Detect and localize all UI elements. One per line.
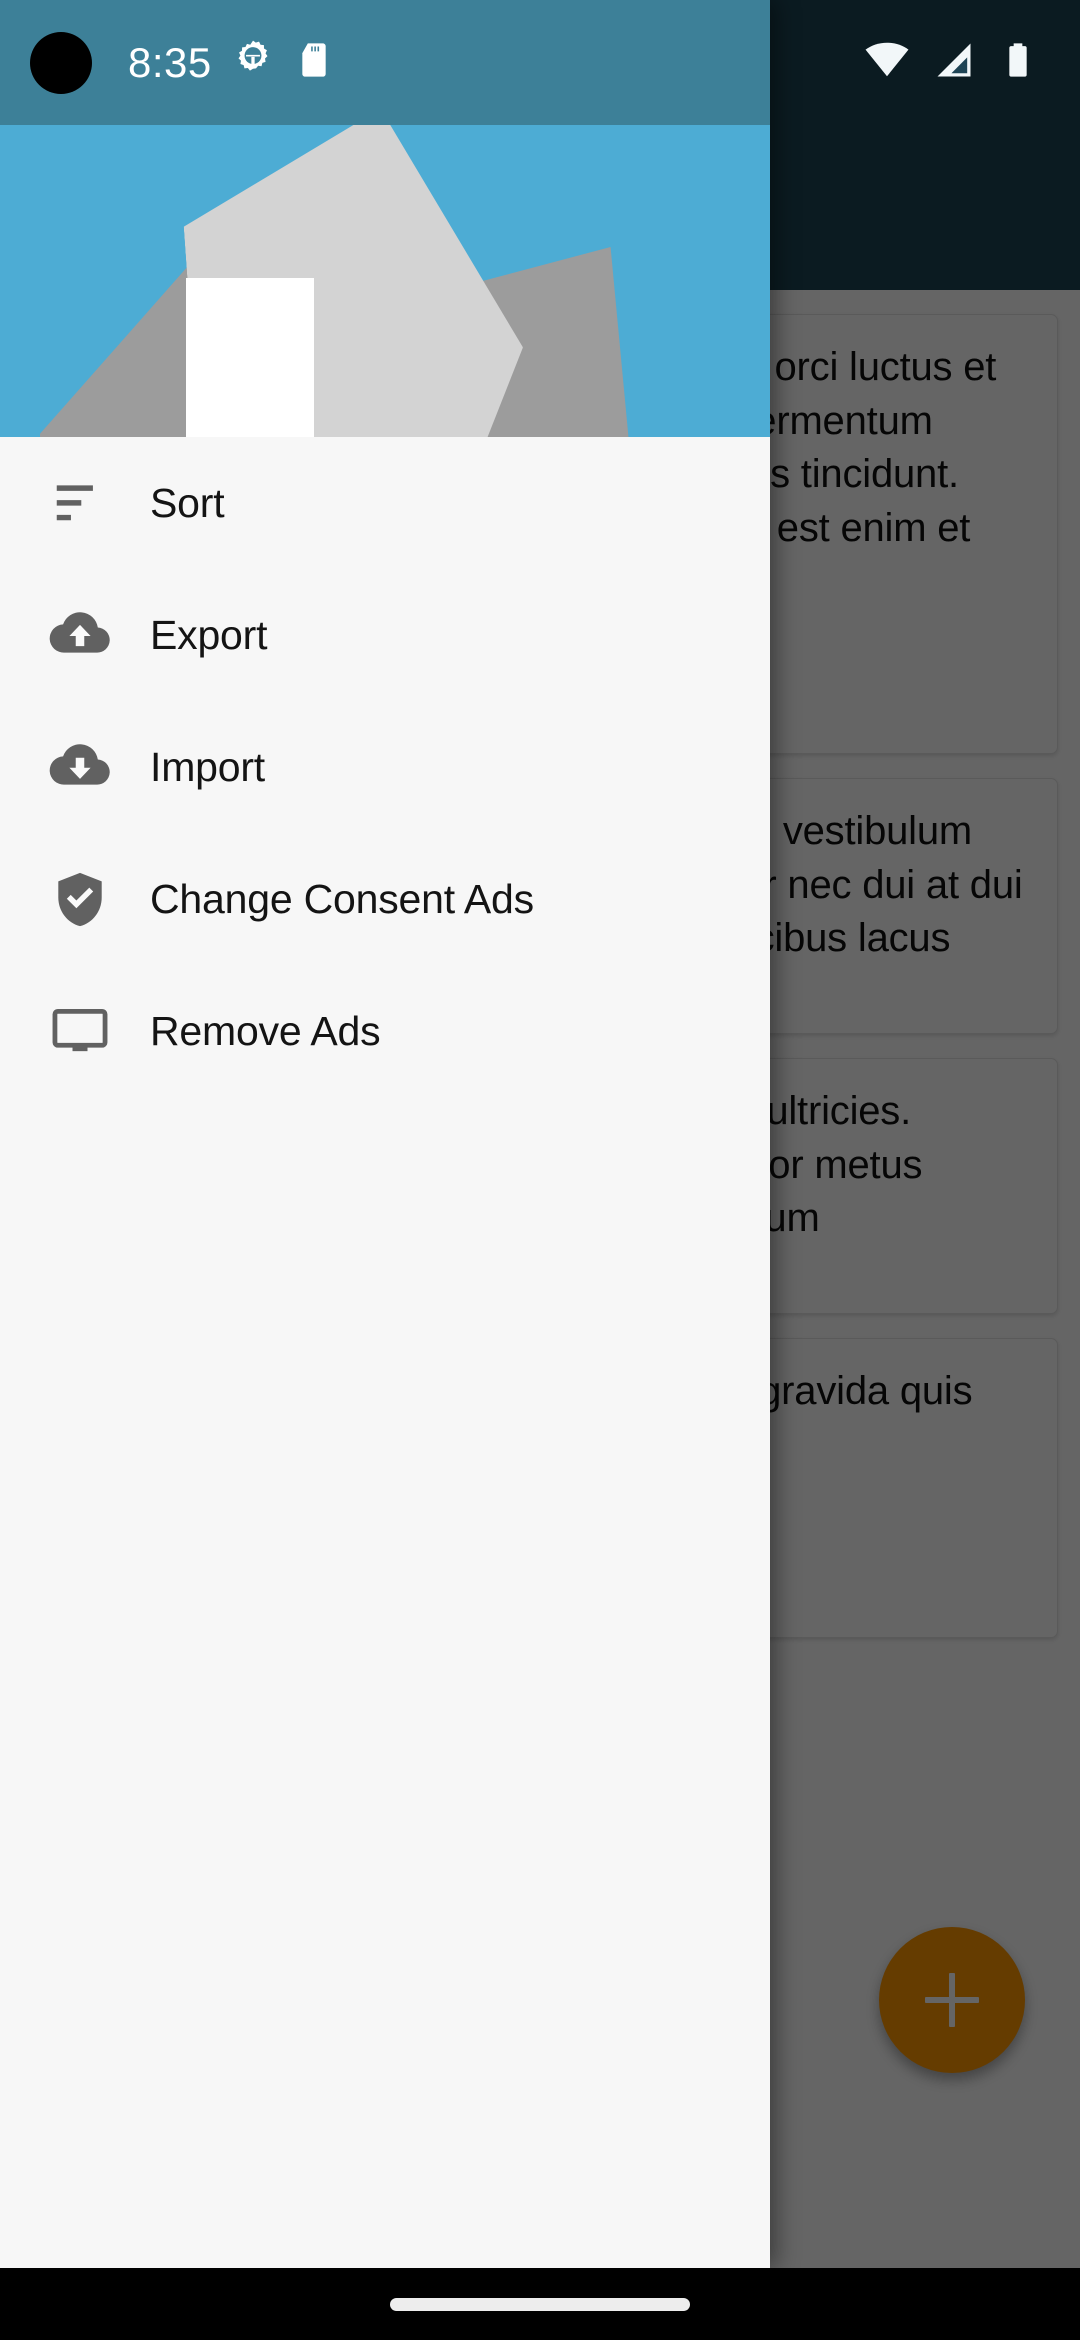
cell-signal-icon <box>932 38 976 87</box>
monitor-icon <box>32 965 128 1097</box>
drawer-header-artwork <box>0 125 770 437</box>
drawer-item-label: Import <box>150 743 265 790</box>
system-navigation-bar <box>0 2268 1080 2340</box>
android-gear-icon <box>231 38 275 87</box>
drawer-item-label: Export <box>150 611 268 658</box>
shield-check-icon <box>32 833 128 965</box>
sd-card-icon <box>294 40 334 85</box>
navigation-drawer[interactable]: 8:35 Sort Export Import Change Consent A… <box>0 0 770 2268</box>
drawer-item-remove-ads[interactable]: Remove Ads <box>0 965 770 1097</box>
drawer-item-export[interactable]: Export <box>0 569 770 701</box>
drawer-item-sort[interactable]: Sort <box>0 437 770 569</box>
wifi-icon <box>864 37 910 88</box>
cloud-upload-icon <box>32 569 128 701</box>
battery-icon <box>998 40 1038 85</box>
status-bar-right <box>770 0 1080 125</box>
drawer-item-label: Remove Ads <box>150 1007 381 1054</box>
cloud-download-icon <box>32 701 128 833</box>
drawer-item-change-consent-ads[interactable]: Change Consent Ads <box>0 833 770 965</box>
drawer-status-bar <box>0 0 770 125</box>
camera-punch-hole <box>30 32 92 94</box>
phone-screen: Vestibulum ante ipsum primis in faucibus… <box>0 0 1080 2340</box>
sort-icon <box>32 437 128 569</box>
drawer-item-label: Change Consent Ads <box>150 875 534 922</box>
home-gesture-pill[interactable] <box>390 2297 690 2311</box>
status-clock: 8:35 <box>128 38 212 86</box>
drawer-item-label: Sort <box>150 479 225 526</box>
drawer-menu-list[interactable]: Sort Export Import Change Consent Ads Re… <box>0 437 770 1097</box>
drawer-item-import[interactable]: Import <box>0 701 770 833</box>
paper-shape-front-2 <box>186 278 314 437</box>
status-bar-left: 8:35 <box>128 0 334 125</box>
